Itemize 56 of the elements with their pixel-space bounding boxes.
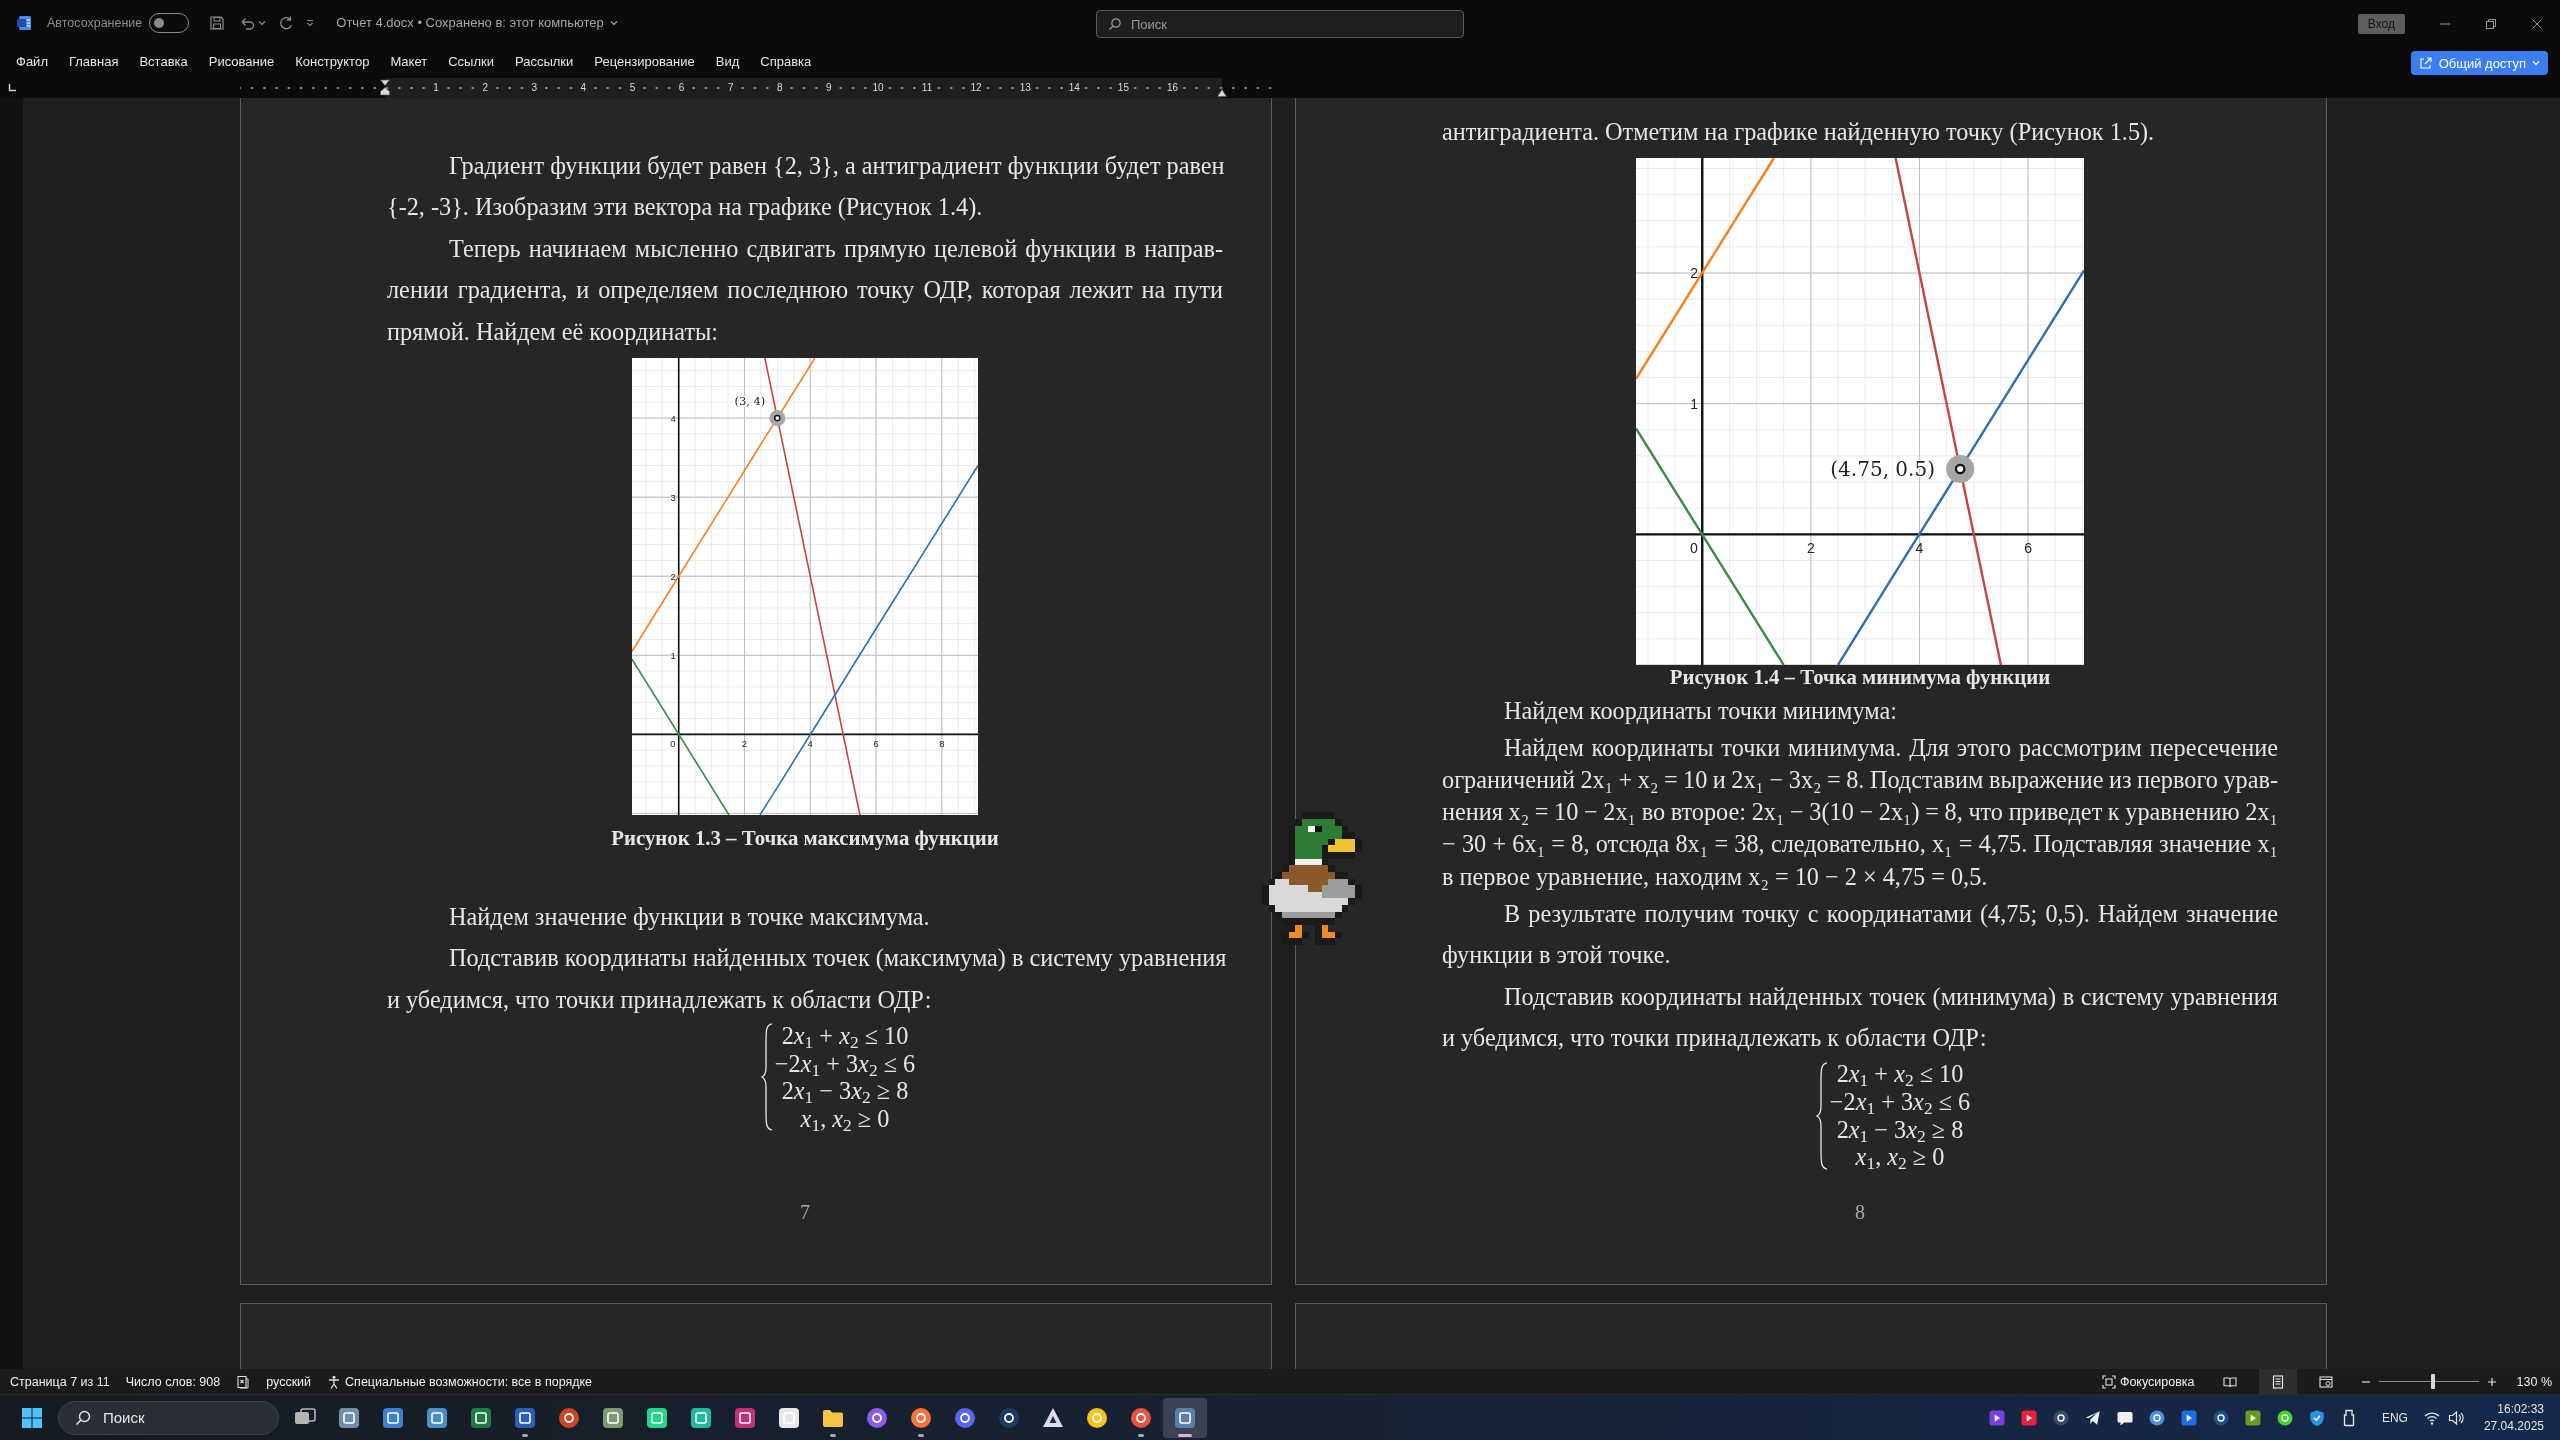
page-number: 7 <box>800 1200 810 1225</box>
paragraph: Найдем значение функции в точке максимума. <box>448 902 931 933</box>
equation-line: 2x$_{1}$ − 3x$_{2}$ ≥ 8 <box>1836 1115 1964 1144</box>
ruler-number: 9 <box>825 82 833 94</box>
ruler-number: 15 <box>1116 82 1130 94</box>
axis-tick-label: 4 <box>670 412 676 424</box>
clock-date: 27.04.2025 <box>2483 1417 2544 1435</box>
ruler-number: 6 <box>677 82 686 94</box>
equation-line: 2x$_{1}$ + x$_{2}$ ≤ 10 <box>781 1022 909 1050</box>
figure-caption: Рисунок 1.4 – Точка минимума функции <box>1668 664 2052 691</box>
paragraph: Теперь начинаем мысленно сдвигать прямую целевой функции в направ- лении градиента, и определяем последнюю точку ОДР, которая лежит на пути прямой. Найдем её координаты: <box>387 233 1223 347</box>
ruler-number: 12 <box>969 82 983 94</box>
ruler-number: 8 <box>775 82 784 94</box>
paragraph: Найдем координаты точки минимума. Для этого рассмотрим пересечение ограничений 2x₁ + x₂ = 10 и 2x₁ − 3x₂ = 8. Подставим выражение из первого урав- нения x₂ = 10 − 2x₁ во второе: 2x₁ − 3(10 − 2x₁) = 8, что приведет к уравнению 2x₁ − 30 + 6x₁ = 8, отсюда 8x₁ = 38, следовательно, x₁ = 4,75. Подставляя значение x₁ в первое уравнение, находим x₂ = 10 − 2 × 4,75 = 0,5. <box>1442 732 2278 892</box>
axis-tick-label: 6 <box>2024 540 2032 557</box>
axis-tick-label: 0 <box>670 737 676 749</box>
ruler-number: 3 <box>530 82 539 94</box>
ruler-number: 5 <box>628 82 637 94</box>
equation-line: x$_{1}$, x$_{2}$ ≥ 0 <box>1855 1143 1945 1171</box>
ruler-number: 10 <box>871 82 885 94</box>
axis-tick-label: 4 <box>1915 540 1924 557</box>
axis-tick-label: 2 <box>1806 540 1815 557</box>
paragraph: Найдем координаты точки минимума: <box>1503 696 1898 727</box>
equation-line: 2x$_{1}$ + x$_{2}$ ≤ 10 <box>1836 1060 1964 1089</box>
ruler-number: 2 <box>481 82 489 94</box>
equation-line: −2x$_{1}$ + 3x$_{2}$ ≤ 6 <box>1829 1088 1971 1116</box>
equation-line: x$_{1}$, x$_{2}$ ≥ 0 <box>800 1105 890 1133</box>
axis-tick-label: 0 <box>1689 540 1698 557</box>
axis-tick-label: 2 <box>1690 265 1699 282</box>
autosave-label: Автосохранение <box>47 15 143 30</box>
axis-tick-label: 1 <box>1690 396 1699 413</box>
figure-caption: Рисунок 1.3 – Точка максимума функции <box>610 825 1000 852</box>
ruler-number: 1 <box>432 82 440 94</box>
equation-line: −2x$_{1}$ + 3x$_{2}$ ≤ 6 <box>774 1049 916 1078</box>
ruler-number: 16 <box>1165 82 1180 94</box>
axis-tick-label: 8 <box>939 737 945 749</box>
ruler-number: 14 <box>1067 82 1081 94</box>
axis-tick-label: 2 <box>670 570 676 582</box>
page-number: 8 <box>1855 1200 1865 1225</box>
paragraph: Градиент функции будет равен {2, 3}, а антиградиент функции будет равен {-2, -3}. Изобразим эти вектора на графике (Рисунок 1.4). <box>387 151 1223 223</box>
axis-tick-label: 4 <box>807 737 813 749</box>
axis-tick-label: 1 <box>670 649 676 661</box>
ruler-number: 4 <box>579 82 588 94</box>
ruler-number: 11 <box>920 82 934 94</box>
clock-time: 16:02:33 <box>2497 1400 2544 1418</box>
axis-tick-label: 2 <box>741 737 748 749</box>
point-label: (3, 4) <box>734 394 766 409</box>
equation-line: 2x$_{1}$ − 3x$_{2}$ ≥ 8 <box>781 1077 909 1106</box>
ruler-number: 13 <box>1018 82 1032 94</box>
axis-tick-label: 6 <box>873 737 879 749</box>
paragraph: Подставив координаты найденных точек (минимума) в систему уравнения и убедимся, что точки принадлежать к области ОДР: <box>1442 981 2278 1054</box>
paragraph: В результате получим точку с координатами (4,75; 0,5). Найдем значение функции в этой точке. <box>1442 898 2278 971</box>
axis-tick-label: 3 <box>670 491 676 503</box>
ruler-number: 7 <box>726 82 735 94</box>
point-label: (4.75, 0.5) <box>1830 457 1935 482</box>
paragraph: антиградиента. Отметим на графике найденную точку (Рисунок 1.5). <box>1442 117 2156 148</box>
